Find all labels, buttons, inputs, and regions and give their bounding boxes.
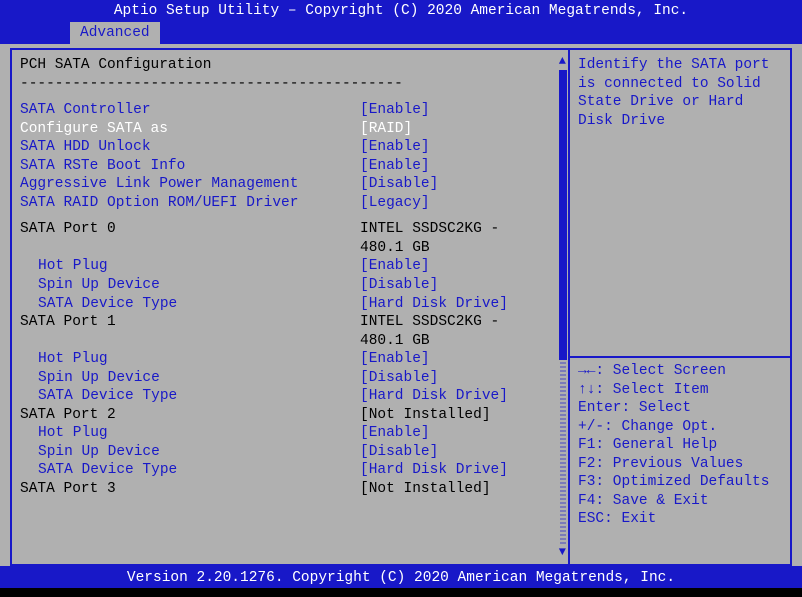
port-sub-label: SATA Device Type [20,387,360,406]
port-sub-row[interactable]: SATA Device Type[Hard Disk Drive] [20,387,564,406]
port-sub-value[interactable]: [Disable] [360,443,564,462]
port-device-line2: 480.1 GB [20,239,564,258]
key-hint: F4: Save & Exit [578,492,782,511]
port-sub-label: SATA Device Type [20,295,360,314]
tab-row: Advanced [0,22,802,44]
port-sub-value[interactable]: [Disable] [360,369,564,388]
port-sub-label: SATA Device Type [20,461,360,480]
key-hint: F3: Optimized Defaults [578,473,782,492]
setting-label: Configure SATA as [20,120,360,139]
port-row: SATA Port 1INTEL SSDSC2KG - [20,313,564,332]
port-row: SATA Port 3[Not Installed] [20,480,564,499]
help-pane: Identify the SATA port is connected to S… [568,48,792,566]
port-sub-label: Spin Up Device [20,369,360,388]
settings-pane: ▲ ▼ PCH SATA Configuration -------------… [10,48,568,566]
setting-row[interactable]: SATA RAID Option ROM/UEFI Driver[Legacy] [20,194,564,213]
key-hint: +/-: Change Opt. [578,418,782,437]
port-sub-label: Hot Plug [20,350,360,369]
port-sub-row[interactable]: SATA Device Type[Hard Disk Drive] [20,461,564,480]
setting-row[interactable]: SATA Controller[Enable] [20,101,564,120]
port-sub-value[interactable]: [Enable] [360,350,564,369]
setting-row[interactable]: Aggressive Link Power Management[Disable… [20,175,564,194]
setting-value[interactable]: [Enable] [360,138,564,157]
port-name: SATA Port 1 [20,313,360,332]
section-divider: ----------------------------------------… [20,75,564,94]
port-device-line2: 480.1 GB [20,332,564,351]
port-device: [Not Installed] [360,406,564,425]
setting-value[interactable]: [Enable] [360,157,564,176]
help-text: Identify the SATA port is connected to S… [578,56,782,356]
port-sub-row[interactable]: Hot Plug[Enable] [20,350,564,369]
port-name: SATA Port 0 [20,220,360,239]
port-sub-value[interactable]: [Enable] [360,424,564,443]
setting-value[interactable]: [Legacy] [360,194,564,213]
port-sub-label: Hot Plug [20,424,360,443]
setting-label: SATA Controller [20,101,360,120]
setting-row[interactable]: SATA RSTe Boot Info[Enable] [20,157,564,176]
port-sub-value[interactable]: [Hard Disk Drive] [360,461,564,480]
port-sub-row[interactable]: SATA Device Type[Hard Disk Drive] [20,295,564,314]
port-sub-value[interactable]: [Disable] [360,276,564,295]
port-sub-label: Spin Up Device [20,276,360,295]
port-sub-value[interactable]: [Hard Disk Drive] [360,387,564,406]
port-sub-label: Hot Plug [20,257,360,276]
port-sub-row[interactable]: Hot Plug[Enable] [20,424,564,443]
key-hint: Enter: Select [578,399,782,418]
help-divider [570,356,790,358]
port-row: SATA Port 0INTEL SSDSC2KG - [20,220,564,239]
setting-label: Aggressive Link Power Management [20,175,360,194]
key-hint: F2: Previous Values [578,455,782,474]
port-device: INTEL SSDSC2KG - [360,313,564,332]
scroll-up-icon[interactable]: ▲ [559,54,566,69]
key-hint: →←: Select Screen [578,362,782,381]
port-sub-label: Spin Up Device [20,443,360,462]
tab-advanced[interactable]: Advanced [70,22,160,46]
setting-row[interactable]: SATA HDD Unlock[Enable] [20,138,564,157]
setting-value[interactable]: [RAID] [360,120,564,139]
setting-label: SATA RSTe Boot Info [20,157,360,176]
port-sub-row[interactable]: Hot Plug[Enable] [20,257,564,276]
port-name: SATA Port 3 [20,480,360,499]
key-help: →←: Select Screen↑↓: Select ItemEnter: S… [578,362,782,529]
setting-row[interactable]: Configure SATA as[RAID] [20,120,564,139]
port-name: SATA Port 2 [20,406,360,425]
setting-value[interactable]: [Enable] [360,101,564,120]
key-hint: ↑↓: Select Item [578,381,782,400]
port-sub-row[interactable]: Spin Up Device[Disable] [20,443,564,462]
port-sub-row[interactable]: Spin Up Device[Disable] [20,369,564,388]
port-device: [Not Installed] [360,480,564,499]
key-hint: F1: General Help [578,436,782,455]
scroll-down-icon[interactable]: ▼ [559,545,566,560]
main-frame: ▲ ▼ PCH SATA Configuration -------------… [0,44,802,566]
setting-label: SATA RAID Option ROM/UEFI Driver [20,194,360,213]
port-sub-value[interactable]: [Enable] [360,257,564,276]
port-device: INTEL SSDSC2KG - [360,220,564,239]
section-title: PCH SATA Configuration [20,56,564,75]
key-hint: ESC: Exit [578,510,782,529]
scrollbar-thumb[interactable] [559,70,567,360]
setting-value[interactable]: [Disable] [360,175,564,194]
title-bar: Aptio Setup Utility – Copyright (C) 2020… [0,0,802,22]
port-sub-value[interactable]: [Hard Disk Drive] [360,295,564,314]
footer-bar: Version 2.20.1276. Copyright (C) 2020 Am… [0,566,802,588]
port-sub-row[interactable]: Spin Up Device[Disable] [20,276,564,295]
port-row: SATA Port 2[Not Installed] [20,406,564,425]
setting-label: SATA HDD Unlock [20,138,360,157]
